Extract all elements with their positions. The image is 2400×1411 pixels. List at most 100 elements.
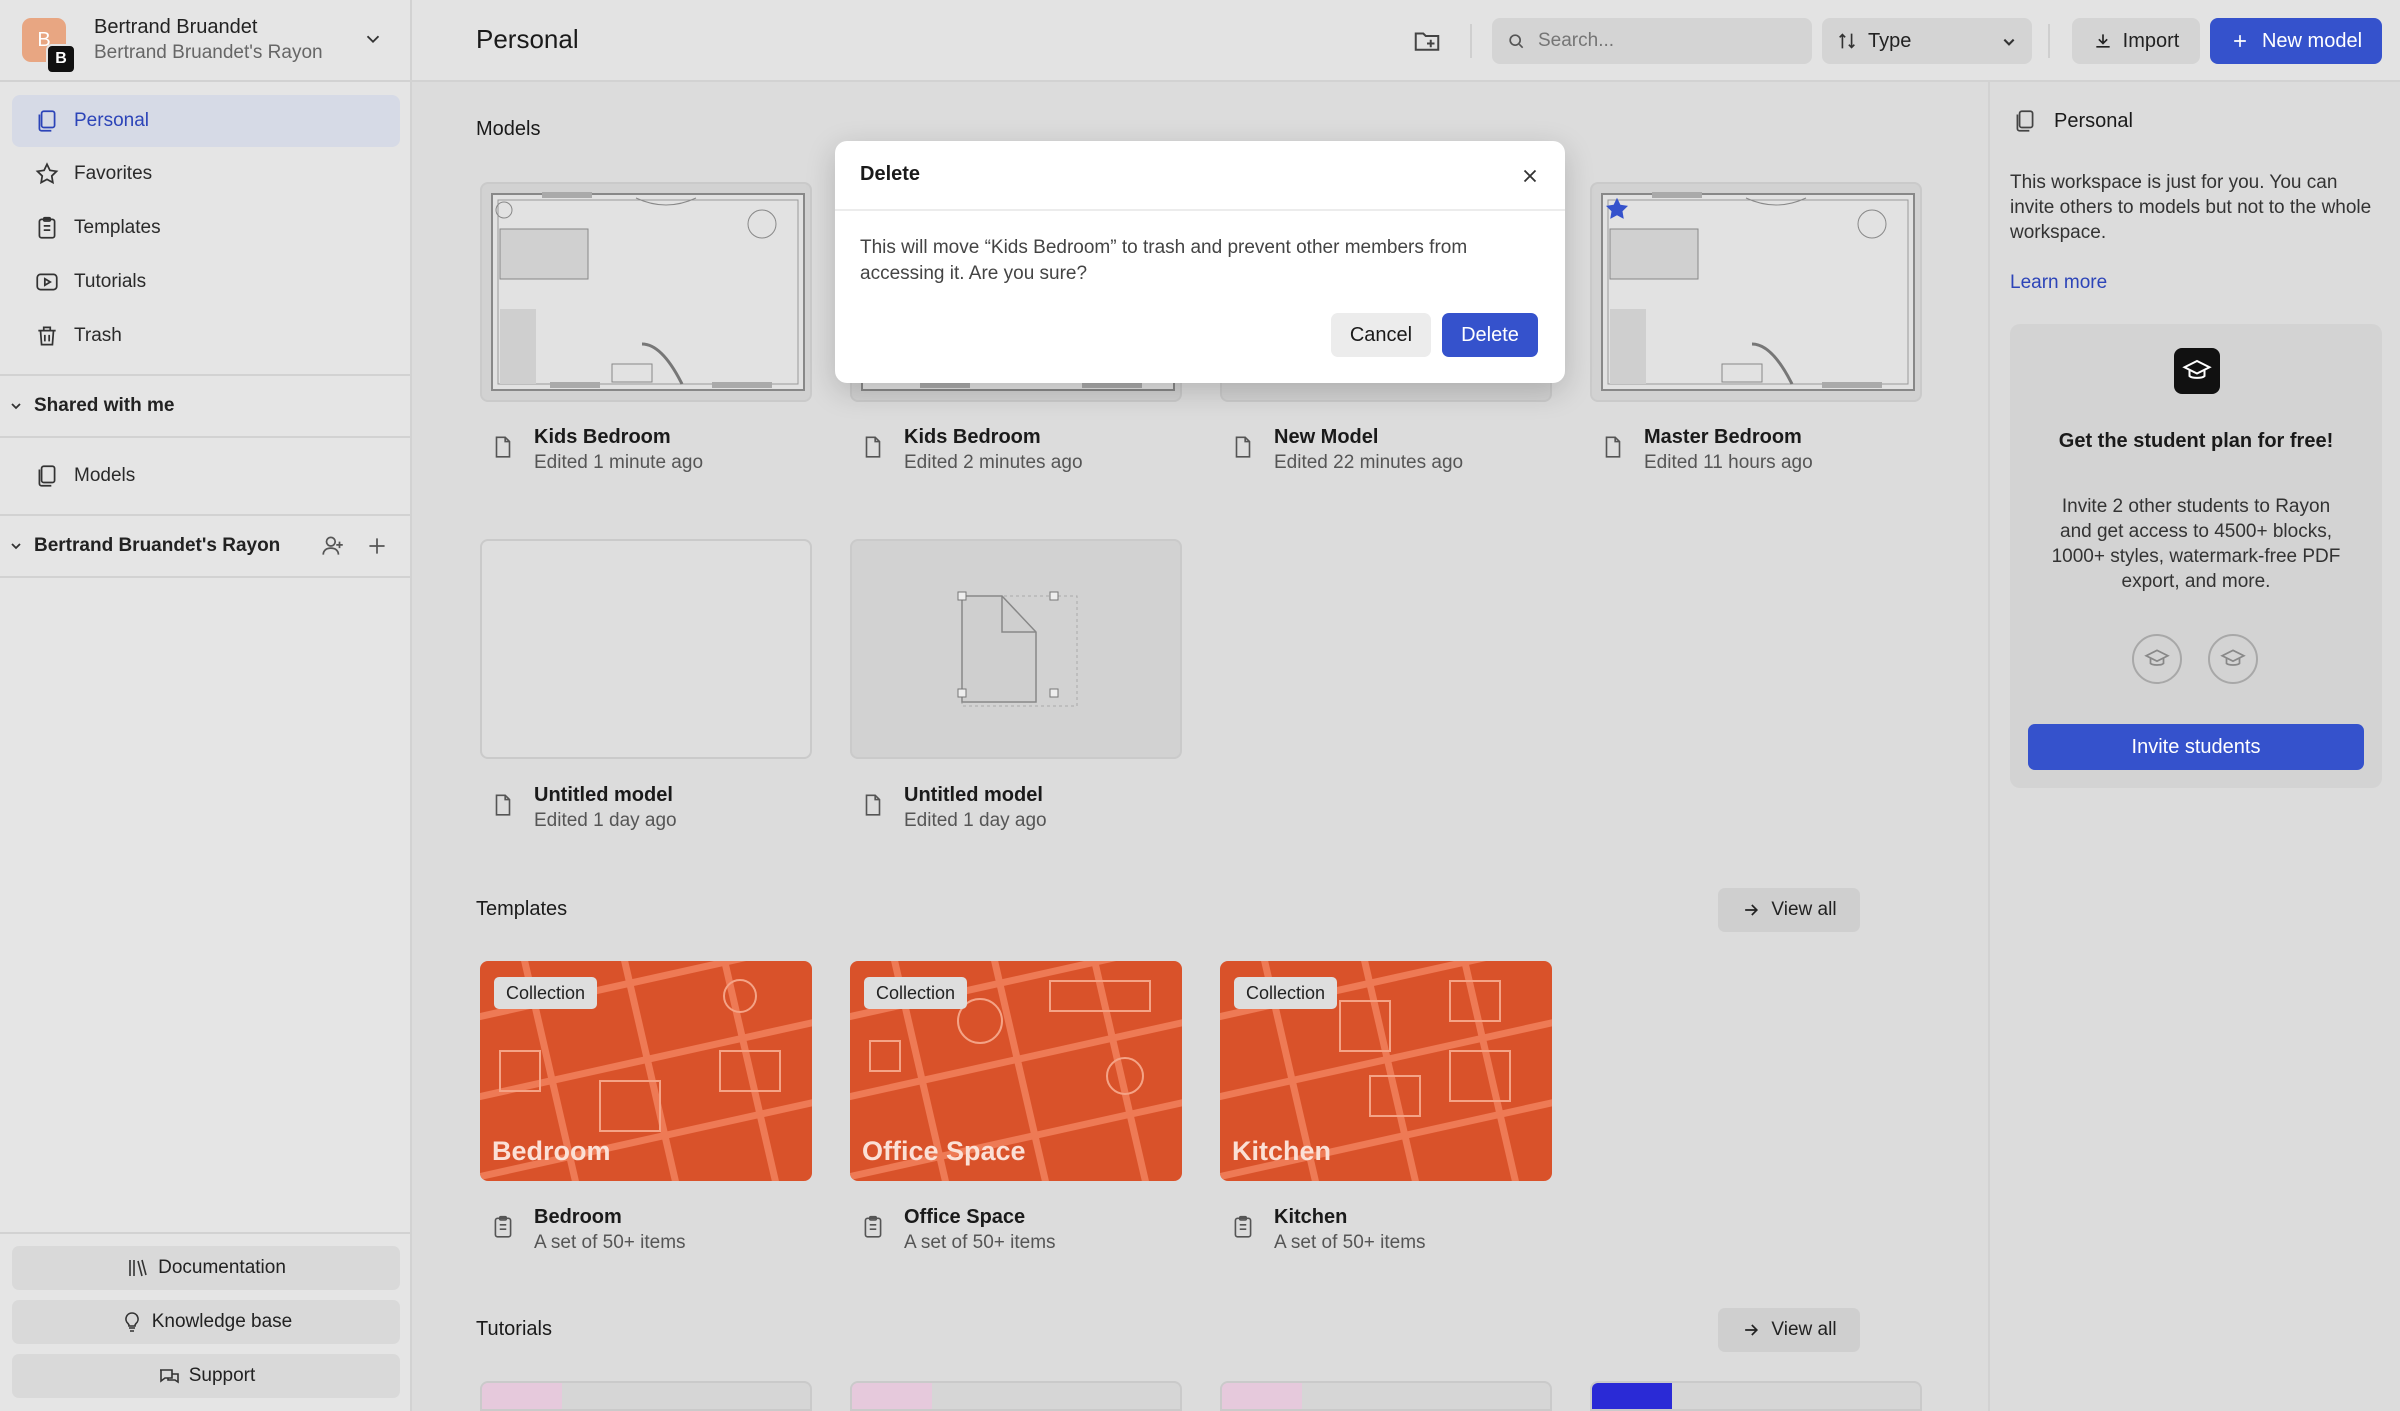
divider	[835, 209, 1565, 211]
sidebar-item-models[interactable]: Models	[12, 450, 400, 502]
chevron-down-icon[interactable]	[362, 28, 384, 50]
favorite-star-icon[interactable]	[1602, 194, 1632, 224]
sidebar-item-label: Trash	[74, 325, 122, 346]
sidebar-item-templates[interactable]: Templates	[12, 202, 400, 254]
graduation-cap-icon	[2174, 348, 2220, 394]
template-subtitle: A set of 50+ items	[1274, 1232, 1426, 1253]
file-icon	[865, 436, 881, 458]
sidebar-item-favorites[interactable]: Favorites	[12, 148, 400, 200]
support-button[interactable]: Support	[12, 1354, 400, 1398]
file-icon	[1235, 436, 1251, 458]
workspace-badge: B	[46, 44, 76, 74]
model-card-info[interactable]: Untitled model Edited 1 day ago	[850, 784, 1182, 844]
search-box[interactable]	[1492, 18, 1812, 64]
tutorial-card[interactable]	[850, 1381, 1182, 1411]
divider	[0, 374, 410, 376]
template-tag: Collection	[1234, 977, 1338, 1009]
import-button[interactable]: Import	[2072, 18, 2200, 64]
type-filter-label: Type	[1868, 29, 1912, 52]
panel-title: Personal	[2054, 110, 2133, 132]
divider	[2048, 24, 2050, 58]
learn-more-link[interactable]: Learn more	[2010, 272, 2107, 294]
sidebar-item-tutorials[interactable]: Tutorials	[12, 256, 400, 308]
model-title: New Model	[1274, 426, 1379, 448]
sort-icon	[1839, 33, 1855, 49]
empty-model-icon	[957, 591, 1078, 707]
chevron-down-icon	[11, 403, 21, 410]
file-icon	[865, 794, 881, 816]
search-input[interactable]	[1538, 30, 1788, 52]
divider	[0, 80, 410, 82]
sidebar-item-personal[interactable]: Personal	[12, 95, 400, 147]
invite-students-button[interactable]: Invite students	[2028, 724, 2364, 770]
model-card-info[interactable]: Kids Bedroom Edited 2 minutes ago	[850, 426, 1182, 486]
account-switcher[interactable]: B B Bertrand Bruandet Bertrand Bruandet'…	[0, 0, 410, 80]
model-title: Untitled model	[534, 784, 673, 806]
new-model-button[interactable]: New model	[2210, 18, 2382, 64]
import-label: Import	[2122, 29, 2180, 52]
star-icon	[35, 162, 59, 185]
close-icon[interactable]	[1519, 165, 1541, 187]
model-card-info[interactable]: Untitled model Edited 1 day ago	[480, 784, 812, 844]
knowledge-base-button[interactable]: Knowledge base	[12, 1300, 400, 1344]
model-thumbnail[interactable]	[1590, 182, 1922, 402]
model-card-info[interactable]: Kids Bedroom Edited 1 minute ago	[480, 426, 812, 486]
model-card-info[interactable]: Master Bedroom Edited 11 hours ago	[1590, 426, 1922, 486]
tutorial-card[interactable]	[1590, 1381, 1922, 1411]
documentation-button[interactable]: Documentation	[12, 1246, 400, 1290]
clipboard-icon	[1234, 1215, 1252, 1238]
support-label: Support	[188, 1365, 256, 1386]
template-card-office-space[interactable]: Collection Office Space	[850, 961, 1182, 1181]
documentation-label: Documentation	[158, 1257, 286, 1278]
divider	[0, 1232, 410, 1234]
template-title: Bedroom	[534, 1206, 622, 1228]
add-user-icon[interactable]	[320, 533, 346, 559]
tutorial-card[interactable]	[480, 1381, 812, 1411]
model-card-info[interactable]: New Model Edited 22 minutes ago	[1220, 426, 1552, 486]
pages-icon	[2016, 110, 2034, 132]
chat-icon	[159, 1369, 179, 1384]
student-slot-icon	[2208, 634, 2258, 684]
divider	[0, 436, 410, 438]
arrow-right-icon	[1745, 904, 1759, 916]
model-thumbnail[interactable]	[850, 539, 1182, 759]
templates-view-all-button[interactable]: View all	[1718, 888, 1860, 932]
model-title: Untitled model	[904, 784, 1043, 806]
cancel-button[interactable]: Cancel	[1331, 313, 1431, 357]
tutorial-card[interactable]	[1220, 1381, 1552, 1411]
models-section-title: Models	[476, 118, 541, 140]
template-card-info[interactable]: Office Space A set of 50+ items	[850, 1206, 1182, 1266]
clipboard-icon	[494, 1215, 512, 1238]
account-name: Bertrand Bruandet	[94, 16, 258, 38]
template-card-info[interactable]: Kitchen A set of 50+ items	[1220, 1206, 1552, 1266]
sidebar-item-label: Tutorials	[74, 271, 147, 292]
dialog-message: This will move “Kids Bedroom” to trash a…	[860, 237, 1468, 284]
template-card-info[interactable]: Bedroom A set of 50+ items	[480, 1206, 812, 1266]
chevron-down-icon	[2003, 38, 2015, 46]
model-thumbnail[interactable]	[480, 182, 812, 402]
template-card-kitchen[interactable]: Collection Kitchen	[1220, 961, 1552, 1181]
plus-icon[interactable]	[364, 533, 390, 559]
chevron-down-icon	[11, 543, 21, 550]
template-card-bedroom[interactable]: Collection Bedroom	[480, 961, 812, 1181]
sidebar-item-label: Personal	[74, 110, 149, 131]
model-thumbnail[interactable]	[480, 539, 812, 759]
template-subtitle: A set of 50+ items	[904, 1232, 1056, 1253]
shared-section-header[interactable]: Shared with me	[0, 381, 410, 431]
floor-plan-image	[1601, 192, 1915, 391]
clipboard-icon	[864, 1215, 882, 1238]
new-folder-icon[interactable]	[1412, 26, 1442, 56]
type-filter-select[interactable]: Type	[1822, 18, 2032, 64]
delete-button[interactable]: Delete	[1442, 313, 1538, 357]
panel-description: This workspace is just for you. You can …	[2010, 172, 2372, 243]
tutorials-view-all-button[interactable]: View all	[1718, 1308, 1860, 1352]
model-edited-time: Edited 1 minute ago	[534, 452, 704, 473]
pages-icon	[38, 110, 56, 132]
sidebar: B B Bertrand Bruandet Bertrand Bruandet'…	[0, 0, 412, 1411]
template-subtitle: A set of 50+ items	[534, 1232, 686, 1253]
model-edited-time: Edited 11 hours ago	[1644, 452, 1813, 473]
workspace-section-header[interactable]: Bertrand Bruandet's Rayon	[0, 521, 410, 571]
shared-section-label: Shared with me	[34, 395, 175, 416]
sidebar-item-trash[interactable]: Trash	[12, 310, 400, 362]
file-icon	[495, 436, 511, 458]
